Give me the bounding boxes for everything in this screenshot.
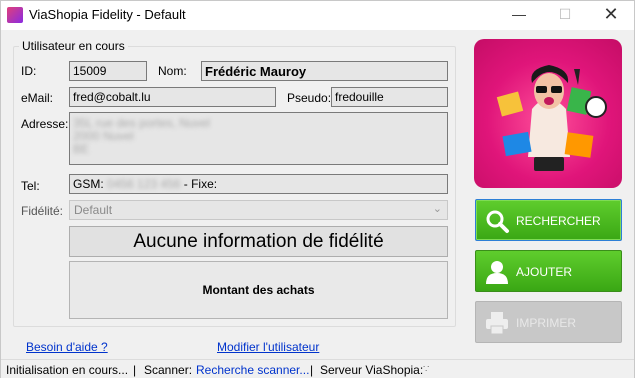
id-field[interactable]: 15009 [69, 61, 147, 81]
fixe-label: - Fixe: [183, 177, 218, 191]
print-button-label: IMPRIMER [516, 316, 576, 330]
search-icon [486, 210, 509, 233]
title-bar: ViaShopia Fidelity - Default — ☐ ✕ [1, 1, 634, 30]
id-label: ID: [21, 64, 37, 78]
fidelite-selected: Default [74, 203, 113, 217]
close-button[interactable]: ✕ [588, 1, 634, 30]
server-label: Serveur ViaShopia: [320, 363, 424, 377]
shopping-woman-illustration [496, 65, 607, 171]
app-window: ViaShopia Fidelity - Default — ☐ ✕ Utili… [0, 0, 635, 378]
tel-label: Tel: [21, 179, 40, 193]
fidelite-select[interactable]: Default ⌄ [69, 200, 448, 220]
fidelity-info-button[interactable]: Aucune information de fidélité [69, 226, 448, 257]
status-bar: Initialisation en cours... | Scanner: Re… [1, 359, 634, 378]
user-icon [486, 261, 508, 284]
email-label: eMail: [21, 91, 54, 105]
adresse-label: Adresse: [21, 117, 69, 131]
status-separator: | [133, 363, 137, 377]
adresse-line: 2000 Nuvel [73, 129, 134, 143]
scanner-status: Recherche scanner... [196, 363, 310, 377]
modify-user-link[interactable]: Modifier l'utilisateur [217, 340, 319, 354]
purchase-amount-button[interactable]: Montant des achats [69, 261, 448, 319]
pseudo-label: Pseudo: [287, 91, 332, 105]
status-init: Initialisation en cours... [6, 363, 129, 377]
search-button-label: RECHERCHER [516, 214, 601, 228]
maximize-button[interactable]: ☐ [542, 1, 588, 30]
minimize-button[interactable]: — [496, 1, 542, 30]
window-title: ViaShopia Fidelity - Default [29, 7, 186, 22]
scanner-label: Scanner: [144, 363, 193, 377]
nom-label: Nom: [158, 64, 187, 78]
loading-spinner-icon: ∵ [423, 364, 430, 375]
promo-image [474, 39, 622, 188]
chevron-down-icon: ⌄ [432, 203, 442, 215]
group-title: Utilisateur en cours [19, 39, 128, 53]
nom-field[interactable]: Frédéric Mauroy [201, 61, 448, 81]
printer-icon [486, 312, 508, 335]
add-button-label: AJOUTER [516, 265, 573, 279]
gsm-prefix: GSM: [73, 177, 104, 191]
print-button[interactable]: IMPRIMER [475, 301, 622, 343]
search-button[interactable]: RECHERCHER [475, 199, 622, 241]
adresse-field[interactable]: 35L rue des portes, Nuvel 2000 Nuvel BE [69, 112, 448, 165]
email-field[interactable]: fred@cobalt.lu [69, 87, 276, 107]
help-link[interactable]: Besoin d'aide ? [26, 340, 108, 354]
add-user-button[interactable]: AJOUTER [475, 250, 622, 292]
pseudo-field[interactable]: fredouille [331, 87, 448, 107]
status-separator: | [310, 363, 314, 377]
adresse-line: BE [73, 142, 90, 156]
tel-field[interactable]: GSM: 0456 123 456 - Fixe: [69, 174, 448, 194]
gsm-value: 0456 123 456 [107, 177, 181, 191]
fidelite-label: Fidélité: [21, 204, 64, 218]
app-icon [7, 7, 23, 23]
